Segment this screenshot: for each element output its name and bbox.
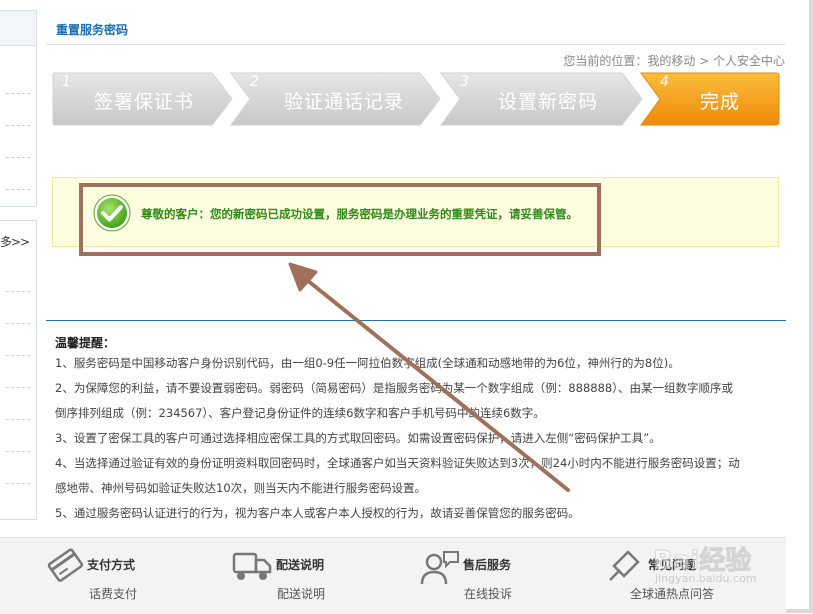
tips-title: 温馨提醒： xyxy=(55,336,116,350)
tip-line: 1、服务密码是中国移动客户身份识别代码，由一组0-9任一阿拉伯数字组成(全球通和… xyxy=(55,356,680,370)
breadcrumb: 您当前的位置：我的移动 > 个人安全中心 xyxy=(563,54,785,68)
step-2: 2 验证通话记录 xyxy=(230,72,444,126)
progress-steps: 1 签署保证书 2 验证通话记录 3 设置新密码 4 完成 xyxy=(52,72,780,126)
sidebar-divider xyxy=(6,323,30,324)
tip-line: 倒序排列组成（例：234567）、客户登记身份证件的连续6数字和客户手机号码中的… xyxy=(55,406,545,420)
title-divider xyxy=(46,44,786,45)
payment-card-icon xyxy=(47,548,84,582)
step-3: 3 设置新密码 xyxy=(440,72,646,126)
step-4-number: 4 xyxy=(660,74,669,90)
step-1: 1 签署保证书 xyxy=(52,72,234,126)
service-aftersales-title: 售后服务 xyxy=(463,558,512,572)
step-4-label: 完成 xyxy=(700,91,741,113)
service-aftersales: 售后服务 在线投诉 xyxy=(418,538,588,614)
baidu-jingyan-watermark: Bai经验 jingyan.baidu.com xyxy=(613,540,773,600)
customer-service-icon xyxy=(420,551,459,585)
step-2-number: 2 xyxy=(250,74,259,90)
tip-line: 4、当选择通过验证有效的身份证明资料取回密码时，全球通客户如当天资料验证失败达到… xyxy=(55,456,740,470)
sidebar-divider xyxy=(6,93,30,94)
sidebar-divider xyxy=(6,291,30,292)
sidebar-menu-header xyxy=(0,11,36,46)
step-3-number: 3 xyxy=(460,74,469,90)
sidebar-divider xyxy=(6,189,30,190)
annotation-highlight-box xyxy=(79,183,601,256)
left-sidebar-news: 多>> xyxy=(0,220,37,520)
sidebar-divider xyxy=(6,451,30,452)
tip-line: 感地带、神州号码如验证失败达10次，则当天内不能进行服务密码设置。 xyxy=(55,481,427,495)
sidebar-divider xyxy=(6,157,30,158)
sidebar-divider xyxy=(6,483,30,484)
service-payment: 支付方式 话费支付 xyxy=(40,538,210,614)
tip-line: 5、通过服务密码认证进行的行为，视为客户本人或客户本人授权的行为，故请妥善保管您… xyxy=(55,506,580,520)
service-delivery-title: 配送说明 xyxy=(276,558,325,572)
page-title: 重置服务密码 xyxy=(56,23,129,37)
service-delivery-link[interactable]: 配送说明 xyxy=(277,585,325,602)
tip-line: 3、设置了密保工具的客户可通过选择相应密保工具的方式取回密码。如需设置密码保护，… xyxy=(55,431,661,445)
sidebar-divider xyxy=(6,419,30,420)
delivery-truck-icon xyxy=(232,552,272,580)
step-1-label: 签署保证书 xyxy=(94,91,195,113)
step-3-label: 设置新密码 xyxy=(498,91,599,113)
step-4-active: 4 完成 xyxy=(640,72,780,126)
service-delivery: 配送说明 配送说明 xyxy=(230,538,400,614)
step-1-number: 1 xyxy=(62,74,71,90)
service-payment-title: 支付方式 xyxy=(87,558,136,572)
tips-section: 温馨提醒： 1、服务密码是中国移动客户身份识别代码，由一组0-9任一阿拉伯数字组… xyxy=(46,320,786,529)
watermark-url: jingyan.baidu.com xyxy=(655,572,757,585)
sidebar-divider xyxy=(6,387,30,388)
service-aftersales-link[interactable]: 在线投诉 xyxy=(464,585,512,602)
tip-line: 2、为保障您的利益，请不要设置弱密码。弱密码（简易密码）是指服务密码为某一个数字… xyxy=(55,381,733,395)
step-2-label: 验证通话记录 xyxy=(284,91,405,113)
left-sidebar-menu xyxy=(0,10,37,207)
sidebar-more-link[interactable]: 多>> xyxy=(0,233,30,250)
sidebar-divider xyxy=(6,125,30,126)
sidebar-divider xyxy=(6,355,30,356)
service-payment-link[interactable]: 话费支付 xyxy=(89,585,137,602)
